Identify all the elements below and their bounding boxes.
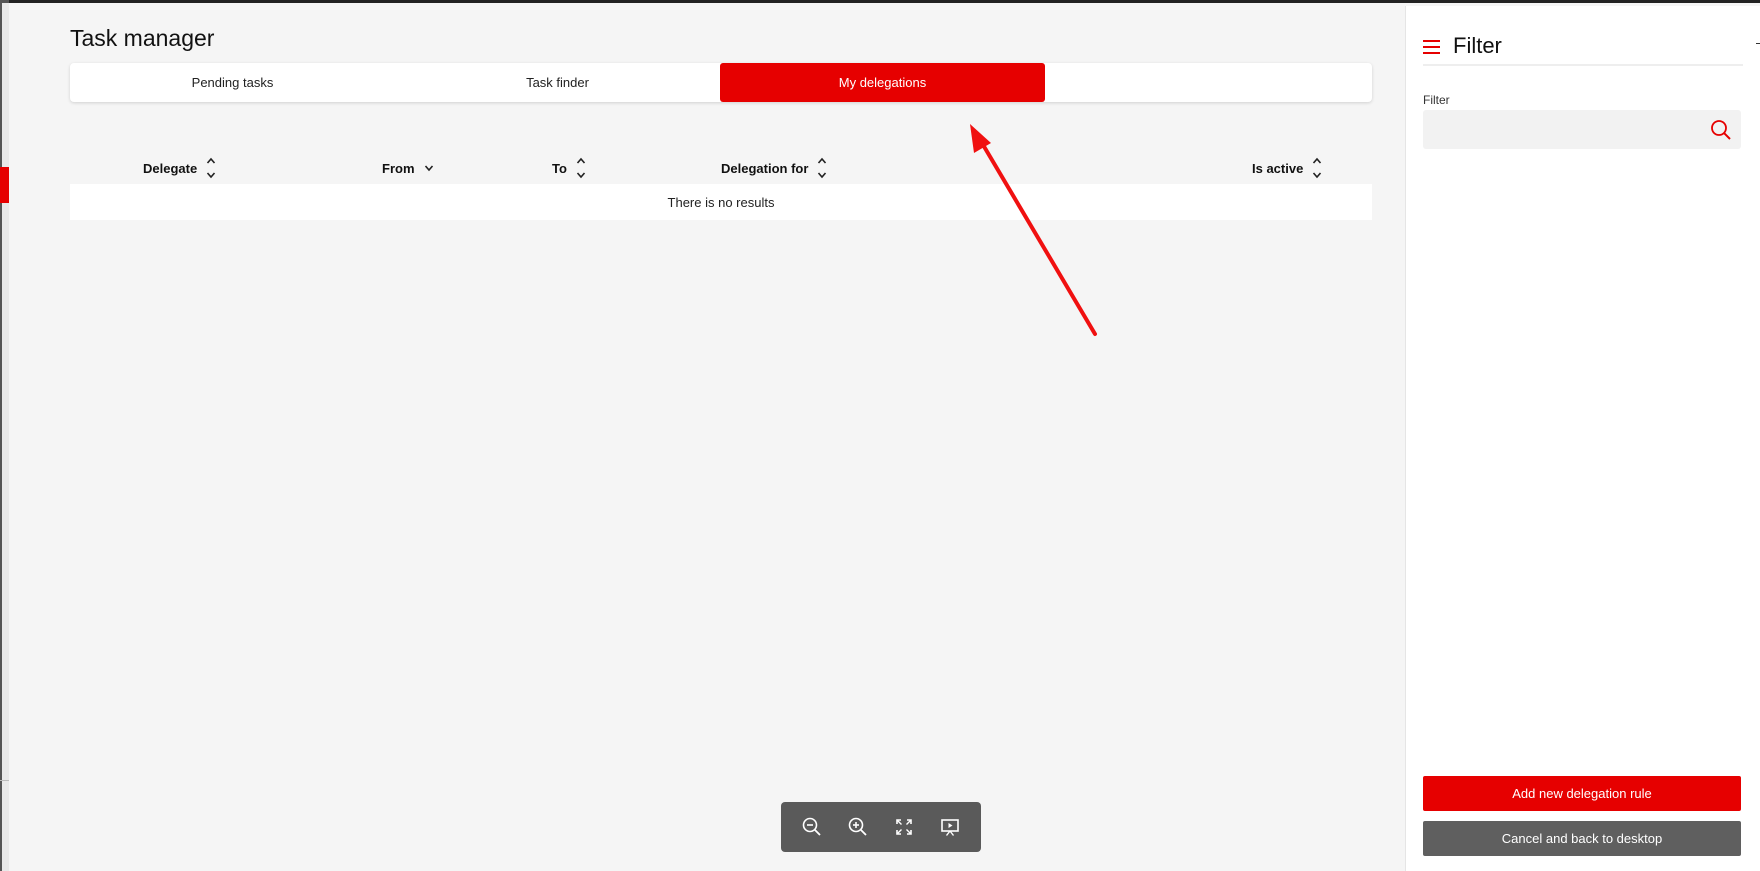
sort-both-icon bbox=[818, 157, 827, 179]
left-sidebar-active-marker bbox=[0, 167, 9, 203]
tab-task-finder[interactable]: Task finder bbox=[395, 63, 720, 102]
tab-pending-tasks[interactable]: Pending tasks bbox=[70, 63, 395, 102]
filter-label: Filter bbox=[1423, 93, 1450, 107]
table-empty-row: There is no results bbox=[70, 184, 1372, 220]
column-header-delegation-for[interactable]: Delegation for bbox=[721, 153, 827, 183]
column-header-from[interactable]: From bbox=[382, 153, 434, 183]
cancel-back-to-desktop-button[interactable]: Cancel and back to desktop bbox=[1423, 821, 1741, 856]
column-label: Delegate bbox=[143, 160, 198, 176]
presentation-icon bbox=[941, 819, 959, 836]
left-sidebar-edge bbox=[0, 0, 9, 871]
filter-panel-header: Filter bbox=[1423, 26, 1743, 66]
table-header: Delegate From To Delegation for Is activ… bbox=[70, 153, 1372, 183]
column-label: Is active bbox=[1252, 160, 1304, 176]
hamburger-menu-icon[interactable] bbox=[1423, 40, 1440, 54]
page-title: Task manager bbox=[70, 25, 215, 51]
column-label: From bbox=[382, 160, 415, 176]
main-content: Task manager Pending tasks Task finder M… bbox=[70, 3, 1372, 871]
sort-both-icon bbox=[207, 157, 216, 179]
fullscreen-button[interactable] bbox=[887, 810, 921, 844]
tab-my-delegations[interactable]: My delegations bbox=[720, 63, 1045, 102]
window-edge-mark bbox=[1756, 43, 1760, 44]
add-delegation-rule-button[interactable]: Add new delegation rule bbox=[1423, 776, 1741, 811]
filter-input[interactable] bbox=[1423, 110, 1703, 149]
filter-panel: Filter Filter Add new delegation rule Ca… bbox=[1405, 6, 1760, 871]
zoom-toolbar bbox=[781, 802, 981, 852]
tab-bar: Pending tasks Task finder My delegations bbox=[70, 63, 1372, 102]
filter-field bbox=[1423, 110, 1741, 149]
sort-both-icon bbox=[576, 157, 586, 179]
sort-both-icon bbox=[1313, 157, 1322, 179]
column-label: Delegation for bbox=[721, 160, 809, 176]
filter-panel-title: Filter bbox=[1453, 33, 1502, 58]
zoom-out-button[interactable] bbox=[795, 810, 829, 844]
search-icon[interactable] bbox=[1709, 118, 1733, 142]
presentation-button[interactable] bbox=[933, 810, 967, 844]
zoom-in-icon bbox=[848, 817, 867, 836]
left-sidebar-divider bbox=[0, 780, 9, 781]
fullscreen-icon bbox=[896, 819, 912, 835]
zoom-in-button[interactable] bbox=[841, 810, 875, 844]
sort-down-icon bbox=[424, 165, 433, 172]
column-header-delegate[interactable]: Delegate bbox=[143, 153, 216, 183]
column-header-to[interactable]: To bbox=[552, 153, 586, 183]
column-label: To bbox=[552, 160, 567, 176]
empty-message: There is no results bbox=[667, 194, 775, 210]
zoom-out-icon bbox=[802, 817, 821, 836]
column-header-is-active[interactable]: Is active bbox=[1252, 153, 1322, 183]
